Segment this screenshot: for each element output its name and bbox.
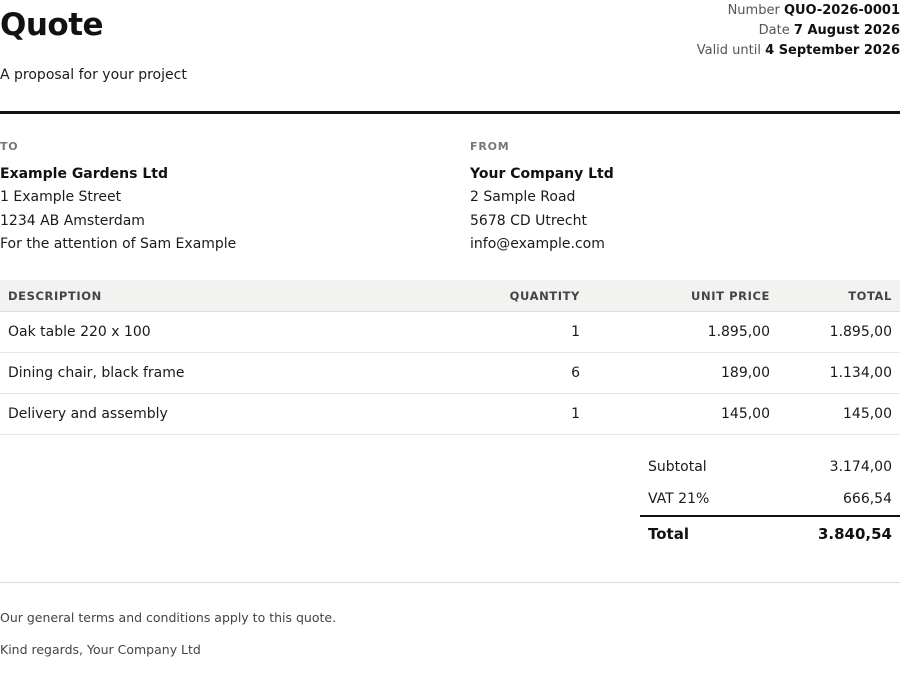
line-items-body: Oak table 220 x 100 1 1.895,00 1.895,00 … (0, 311, 900, 435)
subtotal-label: Subtotal (648, 459, 707, 475)
terms-note: Our general terms and conditions apply t… (0, 610, 337, 625)
item-unit-price: 145,00 (588, 393, 778, 435)
totals-block: Subtotal 3.174,00 VAT 21% 666,54 Total 3… (640, 451, 900, 551)
sender-email: info@example.com (470, 236, 605, 252)
quote-document: Quote A proposal for your project Number… (0, 0, 900, 683)
page-subtitle: A proposal for your project (0, 67, 187, 83)
item-unit-price: 189,00 (588, 352, 778, 394)
item-description: Delivery and assembly (0, 393, 446, 435)
sender-city: 5678 CD Utrecht (470, 212, 587, 229)
header-row: DESCRIPTION QUANTITY UNIT PRICE TOTAL (0, 280, 900, 312)
recipient-city: 1234 AB Amsterdam (0, 212, 145, 229)
column-header-unit-price: UNIT PRICE (588, 280, 778, 312)
closing-regards: Kind regards, Your Company Ltd (0, 642, 201, 657)
quote-valid-until-row: Valid until 4 September 2026 (697, 41, 900, 61)
quote-number-label: Number (727, 3, 780, 18)
item-unit-price: 1.895,00 (588, 311, 778, 353)
footer-divider (0, 582, 900, 583)
recipient-block: TO Example Gardens Ltd 1 Example Street … (0, 138, 440, 257)
grand-total-label: Total (648, 525, 689, 543)
table-row: Dining chair, black frame 6 189,00 1.134… (0, 352, 900, 394)
sender-block: FROM Your Company Ltd 2 Sample Road 5678… (470, 138, 890, 257)
quote-date-row: Date 7 August 2026 (697, 21, 900, 41)
table-row: Delivery and assembly 1 145,00 145,00 (0, 393, 900, 435)
item-description: Oak table 220 x 100 (0, 311, 446, 353)
item-quantity: 1 (446, 393, 588, 435)
column-header-total: TOTAL (778, 280, 900, 312)
quote-number-row: Number QUO-2026-0001 (697, 1, 900, 21)
column-header-quantity: QUANTITY (446, 280, 588, 312)
sender-name: Your Company Ltd (470, 166, 614, 182)
vat-row: VAT 21% 666,54 (640, 483, 900, 515)
item-total: 1.895,00 (778, 311, 900, 353)
line-items-header: DESCRIPTION QUANTITY UNIT PRICE TOTAL (0, 280, 900, 312)
recipient-street: 1 Example Street (0, 189, 122, 205)
grand-total-row: Total 3.840,54 (640, 517, 900, 551)
recipient-attention: For the attention of Sam Example (0, 236, 237, 252)
subtotal-value: 3.174,00 (829, 459, 892, 475)
recipient-name: Example Gardens Ltd (0, 166, 168, 182)
quote-date-value: 7 August 2026 (793, 23, 900, 38)
vat-value: 666,54 (843, 491, 892, 507)
item-quantity: 1 (446, 311, 588, 353)
column-header-description: DESCRIPTION (0, 280, 446, 312)
item-quantity: 6 (446, 352, 588, 394)
sender-street: 2 Sample Road (470, 189, 576, 205)
quote-number-value: QUO-2026-0001 (783, 3, 900, 18)
table-row: Oak table 220 x 100 1 1.895,00 1.895,00 (0, 311, 900, 353)
item-description: Dining chair, black frame (0, 352, 446, 394)
sender-heading: FROM (470, 140, 510, 153)
quote-valid-until-value: 4 September 2026 (765, 43, 900, 58)
subtotal-row: Subtotal 3.174,00 (640, 451, 900, 483)
item-total: 145,00 (778, 393, 900, 435)
quote-date-label: Date (758, 23, 790, 38)
page-title: Quote (0, 7, 104, 43)
recipient-heading: TO (0, 140, 19, 153)
vat-label: VAT 21% (648, 491, 710, 507)
quote-meta: Number QUO-2026-0001 Date 7 August 2026 … (697, 1, 900, 61)
line-items-table: DESCRIPTION QUANTITY UNIT PRICE TOTAL Oa… (0, 280, 900, 435)
quote-header: Quote A proposal for your project Number… (0, 0, 900, 114)
quote-valid-until-label: Valid until (696, 43, 761, 58)
item-total: 1.134,00 (778, 352, 900, 394)
grand-total-value: 3.840,54 (817, 525, 892, 543)
header-divider (0, 111, 900, 114)
